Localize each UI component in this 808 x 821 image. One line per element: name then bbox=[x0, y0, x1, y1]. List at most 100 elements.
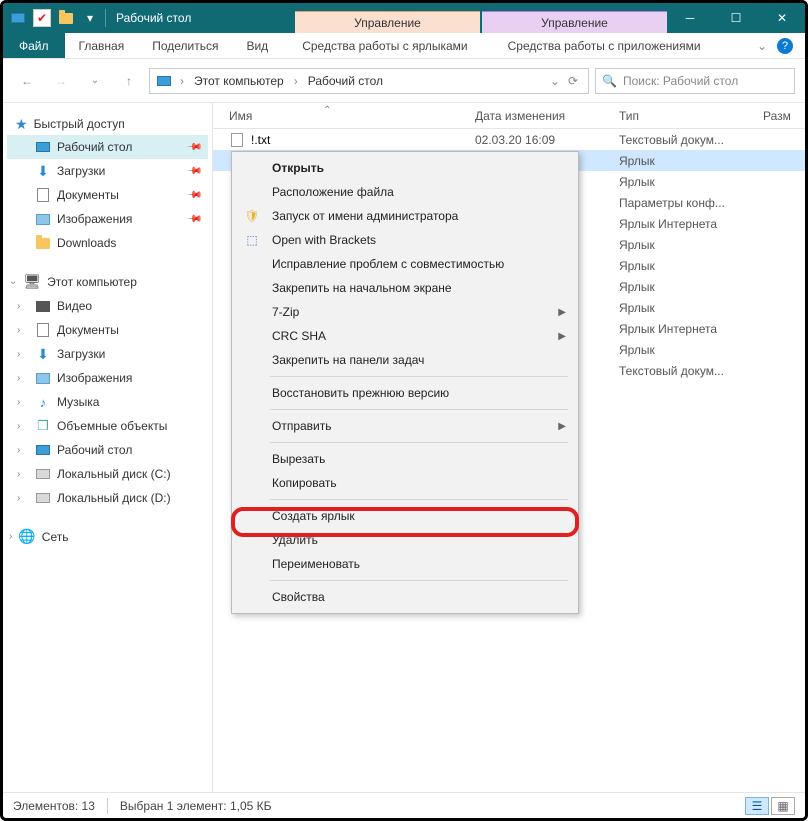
context-menu-item[interactable]: 7-Zip▶ bbox=[234, 300, 576, 324]
nav-item[interactable]: Документы📌 bbox=[7, 183, 208, 207]
chevron-icon[interactable]: › bbox=[176, 74, 188, 88]
dropdown-icon[interactable]: ⌄ bbox=[550, 74, 560, 88]
refresh-icon[interactable]: ⟳ bbox=[564, 74, 582, 88]
context-menu-item[interactable]: Открыть bbox=[234, 156, 576, 180]
nav-item[interactable]: › Видео bbox=[7, 294, 208, 318]
context-menu-item[interactable]: Закрепить на начальном экране bbox=[234, 276, 576, 300]
expand-icon[interactable]: › bbox=[9, 531, 12, 542]
app-icon bbox=[9, 9, 27, 27]
qat-dropdown-icon[interactable]: ▾ bbox=[81, 9, 99, 27]
expand-icon[interactable]: › bbox=[17, 445, 20, 456]
tab-share[interactable]: Поделиться bbox=[138, 33, 232, 58]
context-menu-item[interactable]: Удалить bbox=[234, 528, 576, 552]
context-menu-item[interactable]: Создать ярлык bbox=[234, 504, 576, 528]
tab-shortcut-tools[interactable]: Средства работы с ярлыками bbox=[282, 33, 487, 58]
nav-item[interactable]: ›Изображения bbox=[7, 366, 208, 390]
tab-home[interactable]: Главная bbox=[65, 33, 139, 58]
context-menu-item[interactable]: Восстановить прежнюю версию bbox=[234, 381, 576, 405]
ribbon-expand-icon[interactable]: ⌄ bbox=[757, 39, 767, 53]
pin-icon: 📌 bbox=[185, 163, 202, 180]
file-type: Ярлык Интернета bbox=[619, 322, 763, 336]
file-list: Имя ⌃ Дата изменения Тип Разм !.txt02.03… bbox=[213, 103, 805, 792]
file-row[interactable]: !.txt02.03.20 16:09Текстовый докум... bbox=[213, 129, 805, 150]
maximize-button[interactable]: ☐ bbox=[713, 3, 759, 33]
context-menu-item[interactable]: 🛡Запуск от имени администратора bbox=[234, 204, 576, 228]
context-menu-item[interactable]: CRC SHA▶ bbox=[234, 324, 576, 348]
up-button[interactable]: ↑ bbox=[115, 67, 143, 95]
nav-item[interactable]: ›Локальный диск (C:) bbox=[7, 462, 208, 486]
network-header[interactable]: › 🌐 Сеть bbox=[7, 524, 208, 549]
expand-icon[interactable]: › bbox=[17, 373, 20, 384]
nav-item[interactable]: ⬇Загрузки📌 bbox=[7, 159, 208, 183]
help-icon[interactable]: ? bbox=[777, 38, 793, 54]
context-menu-item[interactable]: ⬚Open with Brackets bbox=[234, 228, 576, 252]
desktop-icon bbox=[35, 139, 51, 155]
menu-item-label: Отправить bbox=[272, 419, 332, 433]
qat-checkbox-icon[interactable]: ✔ bbox=[33, 9, 51, 27]
forward-button[interactable]: → bbox=[47, 67, 75, 95]
nav-item[interactable]: ›♪Музыка bbox=[7, 390, 208, 414]
context-menu-item[interactable]: Расположение файла bbox=[234, 180, 576, 204]
context-menu-item[interactable]: Отправить▶ bbox=[234, 414, 576, 438]
location-icon bbox=[156, 73, 172, 89]
qat-folder-icon[interactable] bbox=[57, 9, 75, 27]
menu-item-label: Исправление проблем с совместимостью bbox=[272, 257, 504, 271]
nav-item[interactable]: Рабочий стол📌 bbox=[7, 135, 208, 159]
tab-app-tools[interactable]: Средства работы с приложениями bbox=[488, 33, 721, 58]
menu-item-label: Закрепить на начальном экране bbox=[272, 281, 452, 295]
nav-item[interactable]: ›Локальный диск (D:) bbox=[7, 486, 208, 510]
breadcrumb-pc[interactable]: Этот компьютер bbox=[192, 74, 286, 88]
expand-icon[interactable]: › bbox=[17, 493, 20, 504]
picture-icon bbox=[35, 211, 51, 227]
recent-dropdown-icon[interactable]: ⌄ bbox=[81, 67, 109, 95]
nav-item[interactable]: ›Рабочий стол bbox=[7, 438, 208, 462]
nav-item-label: Загрузки bbox=[57, 347, 105, 361]
context-menu-item[interactable]: Переименовать bbox=[234, 552, 576, 576]
back-button[interactable]: ← bbox=[13, 67, 41, 95]
nav-item-label: Документы bbox=[57, 188, 119, 202]
context-menu-item[interactable]: Копировать bbox=[234, 471, 576, 495]
quick-access-header[interactable]: ★ Быстрый доступ bbox=[7, 113, 208, 135]
expand-icon[interactable]: › bbox=[17, 301, 20, 312]
close-button[interactable]: ✕ bbox=[759, 3, 805, 33]
contextual-tab-apps[interactable]: Управление bbox=[482, 11, 667, 33]
expand-icon[interactable]: › bbox=[17, 469, 20, 480]
nav-item[interactable]: Downloads bbox=[7, 231, 208, 255]
nav-item[interactable]: ›Документы bbox=[7, 318, 208, 342]
expand-icon[interactable]: › bbox=[17, 325, 20, 336]
expand-icon[interactable]: › bbox=[17, 349, 20, 360]
column-type[interactable]: Тип bbox=[619, 109, 763, 123]
nav-item[interactable]: ›⬇Загрузки bbox=[7, 342, 208, 366]
context-menu-item[interactable]: Свойства bbox=[234, 585, 576, 609]
chevron-icon[interactable]: › bbox=[290, 74, 302, 88]
nav-item[interactable]: Изображения📌 bbox=[7, 207, 208, 231]
expand-icon[interactable]: › bbox=[17, 397, 20, 408]
item-count: Элементов: 13 bbox=[13, 799, 95, 813]
minimize-button[interactable]: ─ bbox=[667, 3, 713, 33]
nav-item-label: Видео bbox=[57, 299, 92, 313]
file-date: 02.03.20 16:09 bbox=[475, 133, 619, 147]
tab-view[interactable]: Вид bbox=[232, 33, 282, 58]
disk-icon bbox=[35, 466, 51, 482]
view-details-button[interactable]: ☰ bbox=[745, 797, 769, 815]
search-box[interactable]: 🔍 Поиск: Рабочий стол bbox=[595, 68, 795, 94]
context-menu-item[interactable]: Закрепить на панели задач bbox=[234, 348, 576, 372]
this-pc-header[interactable]: ⌄ 🖥 Этот компьютер bbox=[7, 269, 208, 294]
expand-icon[interactable]: › bbox=[17, 421, 20, 432]
column-size[interactable]: Разм bbox=[763, 109, 805, 123]
context-menu-item[interactable]: Исправление проблем с совместимостью bbox=[234, 252, 576, 276]
column-name[interactable]: Имя bbox=[213, 109, 475, 123]
context-menu-item[interactable]: Вырезать bbox=[234, 447, 576, 471]
file-type: Ярлык bbox=[619, 280, 763, 294]
file-type: Ярлык Интернета bbox=[619, 217, 763, 231]
file-tab[interactable]: Файл bbox=[3, 33, 65, 58]
view-icons-button[interactable]: ▦ bbox=[771, 797, 795, 815]
address-bar[interactable]: › Этот компьютер › Рабочий стол ⌄ ⟳ bbox=[149, 68, 589, 94]
breadcrumb-desktop[interactable]: Рабочий стол bbox=[306, 74, 385, 88]
column-date[interactable]: Дата изменения bbox=[475, 109, 619, 123]
contextual-tab-shortcuts[interactable]: Управление bbox=[295, 11, 480, 33]
menu-item-label: Переименовать bbox=[272, 557, 360, 571]
expand-icon[interactable]: ⌄ bbox=[9, 276, 17, 287]
nav-item[interactable]: ›❒Объемные объекты bbox=[7, 414, 208, 438]
nav-item-label: Downloads bbox=[57, 236, 116, 250]
